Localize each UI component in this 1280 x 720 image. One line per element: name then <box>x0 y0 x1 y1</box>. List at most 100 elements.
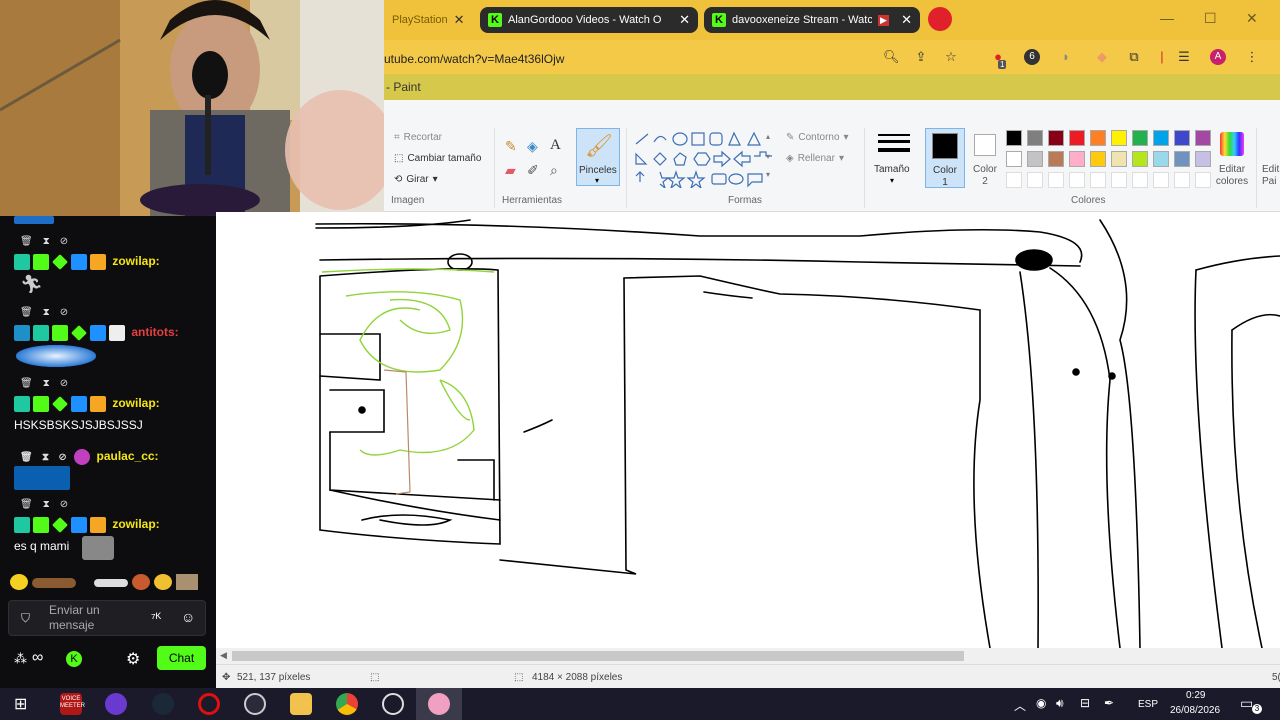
ban-icon[interactable]: ⊘ <box>60 236 68 247</box>
palette-swatch[interactable] <box>1111 151 1127 167</box>
custom-color-slot[interactable] <box>1027 172 1043 188</box>
palette-swatch[interactable] <box>1090 151 1106 167</box>
rotate-button[interactable]: ⟲ Girar ▾ <box>394 174 438 185</box>
expand-gallery-icon[interactable]: ▾ <box>766 170 770 179</box>
bookmark-star-icon[interactable]: ☆ <box>943 49 959 65</box>
timeout-icon[interactable]: ⧗ <box>43 236 50 247</box>
clock-date[interactable]: 26/08/2026 <box>1170 705 1220 716</box>
delete-icon[interactable]: 🗑︎ <box>20 499 33 510</box>
custom-color-slot[interactable] <box>1006 172 1022 188</box>
palette-swatch[interactable] <box>1048 130 1064 146</box>
chat-username[interactable]: antitots: <box>131 325 178 339</box>
timeout-icon[interactable]: ⧗ <box>43 499 50 510</box>
obs-icon[interactable] <box>244 693 266 715</box>
palette-swatch[interactable] <box>1132 130 1148 146</box>
resize-button[interactable]: ⬚ Cambiar tamaño <box>394 153 481 164</box>
chrome-icon[interactable] <box>336 693 358 715</box>
paint-taskbar-active[interactable] <box>416 688 462 720</box>
voicemeeter-icon[interactable]: VOICE MEETER <box>60 693 85 715</box>
zoom-icon[interactable]: 🔍︎ <box>883 49 900 65</box>
opera-icon[interactable] <box>198 693 220 715</box>
palette-swatch[interactable] <box>1174 130 1190 146</box>
tab-playstation[interactable]: PlayStation ✕ <box>384 7 472 33</box>
chat-username[interactable]: paulac_cc: <box>97 449 159 463</box>
close-icon[interactable]: ✕ <box>679 12 690 28</box>
pencil-icon[interactable]: ✎ <box>505 138 517 155</box>
minimize-icon[interactable]: — <box>1160 10 1174 26</box>
outline-button[interactable]: ✎ Contorno ▾ <box>786 132 849 143</box>
shapes-gallery[interactable] <box>632 130 772 188</box>
menu-kebab-icon[interactable]: ⋮ <box>1244 49 1260 65</box>
palette-swatch[interactable] <box>1069 130 1085 146</box>
app-circle-icon[interactable] <box>105 693 127 715</box>
palette-swatch[interactable] <box>1174 151 1190 167</box>
chat-username[interactable]: zowilap: <box>112 396 159 410</box>
delete-icon[interactable]: 🗑︎ <box>20 236 33 247</box>
brushes-button[interactable]: 🖌︎ Pinceles ▾ <box>576 128 620 186</box>
reading-list-icon[interactable]: ☰ <box>1176 49 1192 65</box>
palette-swatch[interactable] <box>1153 130 1169 146</box>
emote-icon[interactable] <box>176 574 198 590</box>
palette-swatch[interactable] <box>1048 151 1064 167</box>
crop-button[interactable]: ⌗ Recortar <box>394 132 442 143</box>
palette-swatch[interactable] <box>1195 130 1211 146</box>
custom-color-slot[interactable] <box>1174 172 1190 188</box>
ban-icon[interactable]: ⊘ <box>58 452 66 463</box>
network-icon[interactable]: ⊟ <box>1080 696 1090 710</box>
scroll-left-icon[interactable]: ◀ <box>220 650 227 661</box>
palette-swatch[interactable] <box>1027 130 1043 146</box>
clock-time[interactable]: 0:29 <box>1186 690 1205 701</box>
kick-emotes-icon[interactable]: ⁷ᴷ <box>151 610 161 625</box>
chat-username[interactable]: zowilap: <box>112 254 159 268</box>
file-explorer-icon[interactable] <box>290 693 312 715</box>
sound-extension-icon[interactable]: ◗ <box>1058 49 1074 65</box>
close-icon[interactable]: ✕ <box>454 12 465 28</box>
custom-color-slot[interactable] <box>1111 172 1127 188</box>
ban-icon[interactable]: ⊘ <box>60 378 68 389</box>
chat-username[interactable]: zowilap: <box>112 517 159 531</box>
color-picker-icon[interactable]: ✐ <box>527 162 539 179</box>
palette-swatch[interactable] <box>1006 130 1022 146</box>
infinity-icon[interactable]: ∞ <box>32 649 43 667</box>
maximize-icon[interactable]: ☐ <box>1204 10 1217 27</box>
chevron-up-icon[interactable]: ︿ <box>1014 697 1026 714</box>
close-window-icon[interactable]: ✕ <box>1246 10 1258 27</box>
palette-swatch[interactable] <box>1069 151 1085 167</box>
custom-color-slot[interactable] <box>1195 172 1211 188</box>
pen-icon[interactable]: ✒ <box>1104 696 1114 710</box>
extension-6-icon[interactable]: 6 <box>1024 49 1040 65</box>
color2-button[interactable]: Color 2 <box>966 128 1004 188</box>
emote-icon[interactable] <box>32 578 76 588</box>
tab-group-dot-icon[interactable] <box>928 7 952 31</box>
color1-button[interactable]: Color 1 <box>925 128 965 188</box>
close-icon[interactable]: ✕ <box>901 12 912 28</box>
custom-color-slot[interactable] <box>1132 172 1148 188</box>
timeout-icon[interactable]: ⧗ <box>43 378 50 389</box>
fill-button[interactable]: ◈ Rellenar ▾ <box>786 153 844 164</box>
extension-icon[interactable]: ◆ <box>1094 49 1110 65</box>
edit-with-paint3d-label[interactable]: Edit Pai <box>1262 164 1280 188</box>
volume-icon[interactable]: 🔊︎ <box>1056 696 1064 711</box>
emote-icon[interactable] <box>154 574 172 590</box>
ban-icon[interactable]: ⊘ <box>60 307 68 318</box>
profile-avatar[interactable]: A <box>1210 49 1226 65</box>
magnifier-icon[interactable]: ⌕ <box>550 162 558 179</box>
chat-send-button[interactable]: Chat <box>157 646 206 670</box>
install-app-icon[interactable]: ⇪ <box>913 49 929 65</box>
palette-swatch[interactable] <box>1027 151 1043 167</box>
scroll-down-icon[interactable]: ▾ <box>766 152 770 161</box>
connections-icon[interactable]: ⁂ <box>14 651 27 667</box>
emoji-icon[interactable]: ☺ <box>181 609 195 625</box>
extensions-puzzle-icon[interactable]: ⧉ <box>1126 49 1142 65</box>
emote-icon[interactable] <box>94 579 128 587</box>
ban-icon[interactable]: ⊘ <box>60 499 68 510</box>
palette-swatch[interactable] <box>1195 151 1211 167</box>
steam-icon[interactable] <box>152 693 174 715</box>
palette-swatch[interactable] <box>1132 151 1148 167</box>
delete-icon[interactable]: 🗑︎ <box>20 378 33 389</box>
timeout-icon[interactable]: ⧗ <box>42 452 49 463</box>
palette-swatch[interactable] <box>1090 130 1106 146</box>
emote-icon[interactable] <box>132 574 150 590</box>
scroll-up-icon[interactable]: ▴ <box>766 132 770 141</box>
palette-swatch[interactable] <box>1111 130 1127 146</box>
